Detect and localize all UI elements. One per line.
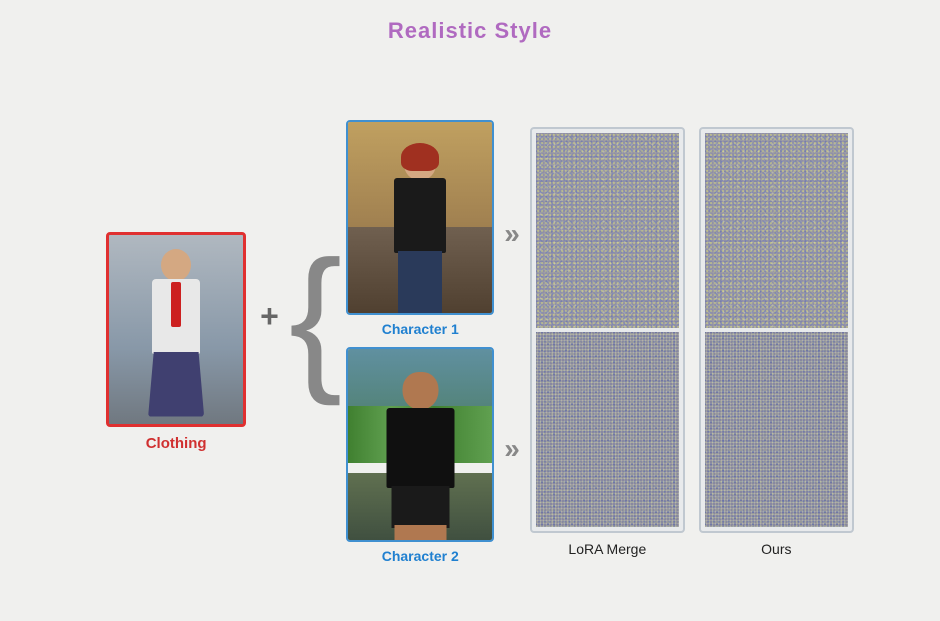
lora-merge-label: LoRA Merge (568, 541, 646, 557)
clothing-image (106, 232, 246, 427)
character-1-panel: Character 1 (346, 120, 494, 337)
ours-box (699, 127, 854, 533)
ours-panel-2 (705, 332, 848, 527)
clothing-label: Clothing (146, 435, 207, 452)
results-section: LoRA Merge Ours (530, 127, 854, 557)
main-container: Realistic Style Clothing + { (0, 0, 940, 621)
lora-noise-1 (536, 133, 679, 328)
ours-column: Ours (699, 127, 854, 557)
character-2-image (346, 347, 494, 542)
character-2-panel: Character 2 (346, 347, 494, 564)
ours-noise-2 (705, 332, 848, 527)
page-title: Realistic Style (388, 18, 552, 44)
clothing-panel: Clothing (106, 232, 246, 452)
lora-noise-2 (536, 332, 679, 527)
lora-merge-column: LoRA Merge (530, 127, 685, 557)
arrow-1: » (504, 218, 520, 250)
ours-label: Ours (761, 541, 791, 557)
ours-noise-1 (705, 133, 848, 328)
content-row: Clothing + { (0, 62, 940, 621)
character-1-person (375, 143, 465, 313)
ours-panel-1 (705, 133, 848, 328)
clothing-figure (109, 235, 243, 424)
character-2-label: Character 2 (382, 548, 459, 564)
character-2-person (373, 370, 468, 540)
bracket-symbol: { (289, 237, 342, 397)
arrow-2: » (504, 433, 520, 465)
lora-merge-panel-2 (536, 332, 679, 527)
plus-symbol: + (260, 298, 279, 335)
lora-merge-panel-1 (536, 133, 679, 328)
character-1-label: Character 1 (382, 321, 459, 337)
lora-merge-box (530, 127, 685, 533)
characters-column: Character 1 (346, 120, 494, 564)
clothing-person-silhouette (136, 244, 216, 424)
arrows-column: » » (504, 127, 520, 557)
character-1-image (346, 120, 494, 315)
